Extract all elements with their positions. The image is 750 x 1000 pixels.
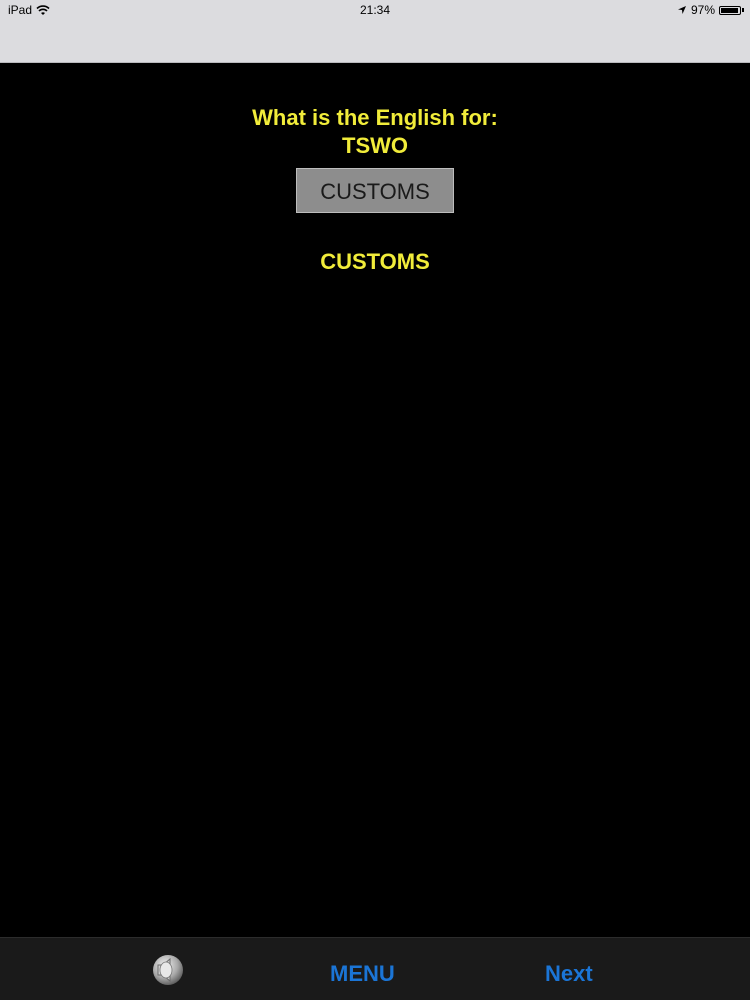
- battery-icon: [719, 5, 741, 15]
- quiz-content: What is the English for: TSWO CUSTOMS CU…: [0, 62, 750, 938]
- battery-percent: 97%: [690, 3, 715, 17]
- bottom-toolbar: MENU Next: [0, 937, 750, 1000]
- app-screen: iPad 21:34 97% What is the English for: …: [0, 0, 750, 1000]
- next-button[interactable]: Next: [545, 961, 593, 987]
- answer-field[interactable]: CUSTOMS: [296, 168, 454, 213]
- speaker-icon[interactable]: [150, 952, 186, 988]
- battery-tip: [742, 8, 744, 12]
- battery-fill: [721, 7, 739, 13]
- status-bar: iPad 21:34 97%: [0, 0, 750, 63]
- question-word: TSWO: [342, 133, 408, 158]
- correct-answer: CUSTOMS: [320, 249, 430, 274]
- question-text: What is the English for:: [252, 105, 498, 130]
- status-time: 21:34: [359, 3, 391, 17]
- menu-button[interactable]: MENU: [330, 961, 395, 987]
- location-arrow-icon: [677, 6, 686, 14]
- question-prompt: What is the English for: TSWO: [0, 104, 750, 160]
- status-right: 97%: [677, 3, 744, 17]
